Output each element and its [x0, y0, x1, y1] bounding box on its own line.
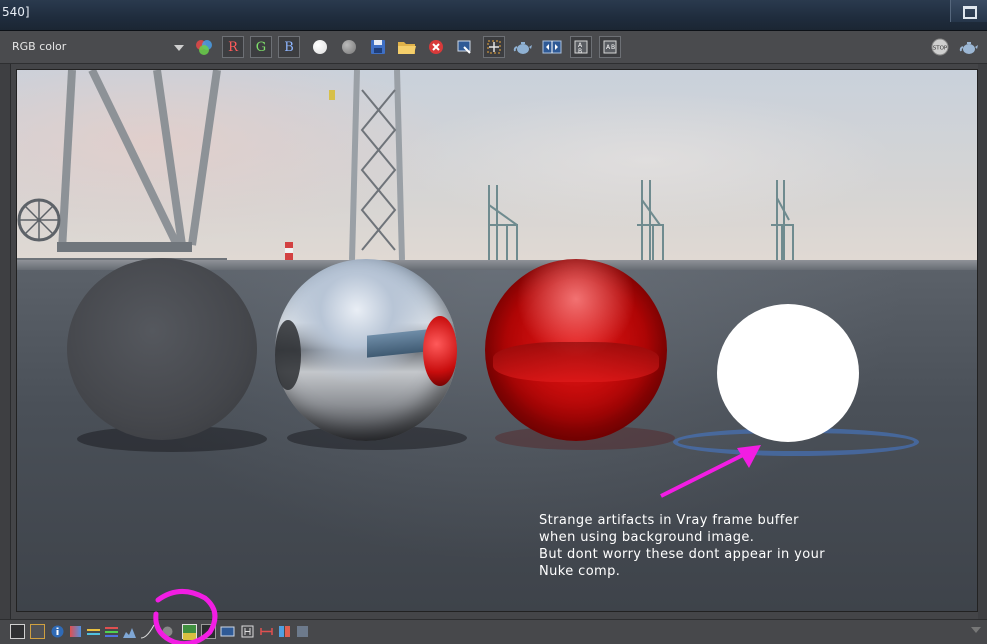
ab-horizontal-icon[interactable]: A B — [599, 36, 621, 58]
color-balance-icon[interactable] — [104, 624, 119, 639]
annotation-line: But dont worry these dont appear in your — [539, 547, 825, 562]
teapot-icon[interactable] — [958, 36, 980, 58]
levels-icon[interactable] — [122, 624, 137, 639]
ab-vertical-icon[interactable]: A B — [570, 36, 592, 58]
channels-icon[interactable] — [193, 36, 215, 58]
left-panel-strip — [0, 64, 11, 619]
rendered-image: Strange artifacts in Vray frame buffer w… — [17, 70, 977, 611]
maximize-button[interactable] — [950, 0, 987, 22]
chrome-reflection — [275, 320, 301, 390]
svg-text:B: B — [578, 48, 582, 55]
green-channel-button[interactable]: G — [250, 36, 272, 58]
compare-ab-icon[interactable] — [541, 36, 563, 58]
chevron-down-icon[interactable] — [971, 627, 981, 633]
chrome-reflection — [423, 316, 457, 386]
background-image-icon[interactable] — [182, 624, 197, 640]
bottom-toolbar — [0, 619, 987, 644]
exposure-icon[interactable] — [68, 624, 83, 639]
sync-icon[interactable] — [295, 624, 310, 639]
blue-channel-label: B — [284, 39, 294, 55]
vray-frame-buffer-window: 540] RGB color R G B A B A B STOP Strang… — [0, 0, 987, 644]
annotation-line: Strange artifacts in Vray frame buffer — [539, 513, 799, 528]
curves-icon[interactable] — [140, 624, 155, 639]
stop-icon[interactable]: STOP — [929, 36, 951, 58]
title-bar: 540] — [0, 0, 987, 31]
ocio-icon[interactable] — [220, 624, 235, 639]
color-corrections-icon[interactable] — [30, 624, 45, 639]
red-sphere-reflection — [493, 342, 659, 382]
svg-text:B: B — [611, 44, 615, 51]
copy-to-history-icon[interactable] — [454, 36, 476, 58]
white-dot-icon[interactable] — [309, 36, 331, 58]
info-icon[interactable] — [50, 624, 65, 639]
annotation-line: when using background image. — [539, 530, 755, 545]
red-channel-button[interactable]: R — [222, 36, 244, 58]
pan-icon[interactable] — [259, 624, 274, 639]
white-sphere — [717, 304, 859, 442]
annotation-line: Nuke comp. — [539, 564, 621, 579]
grey-dot-icon[interactable] — [338, 36, 360, 58]
stop-label: STOP — [933, 46, 948, 52]
open-folder-icon[interactable] — [396, 36, 418, 58]
render-viewport[interactable]: Strange artifacts in Vray frame buffer w… — [16, 69, 978, 612]
channel-dropdown[interactable]: RGB color — [6, 36, 186, 58]
clear-icon[interactable] — [425, 36, 447, 58]
right-scrollbar[interactable] — [978, 64, 987, 619]
arrow-icon — [660, 445, 761, 498]
lut-icon[interactable] — [160, 624, 175, 639]
display-correction-icon[interactable] — [201, 624, 216, 639]
history-panel-icon[interactable] — [10, 624, 25, 639]
hsl-icon[interactable] — [86, 624, 101, 639]
green-channel-label: G — [255, 39, 267, 55]
lens-effects-icon[interactable] — [240, 624, 255, 639]
top-toolbar: RGB color R G B A B A B STOP — [0, 31, 987, 64]
grey-sphere — [67, 258, 257, 440]
stereo-icon[interactable] — [277, 624, 292, 639]
crane-structure — [17, 70, 405, 270]
red-channel-label: R — [228, 39, 238, 55]
annotation-text: Strange artifacts in Vray frame buffer w… — [539, 512, 899, 580]
teapot-render-icon[interactable] — [512, 36, 534, 58]
chevron-down-icon[interactable] — [174, 45, 184, 51]
blue-channel-button[interactable]: B — [278, 36, 300, 58]
channel-dropdown-value: RGB color — [12, 40, 67, 53]
window-title: 540] — [2, 5, 30, 19]
region-render-icon[interactable] — [483, 36, 505, 58]
save-icon[interactable] — [367, 36, 389, 58]
